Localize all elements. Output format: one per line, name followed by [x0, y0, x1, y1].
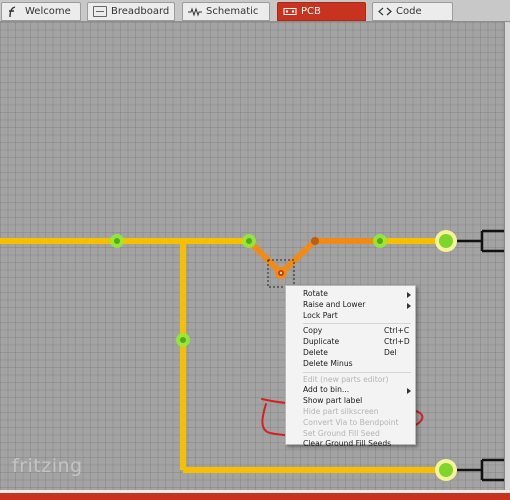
menu-item-duplicate[interactable]: Duplicate Ctrl+D	[286, 337, 415, 348]
fritzing-logo: fritzing	[12, 455, 83, 477]
tab-breadboard[interactable]: Breadboard	[87, 2, 175, 21]
menu-separator	[303, 371, 411, 373]
via[interactable]	[176, 333, 190, 347]
menu-item-delete[interactable]: Delete Del	[286, 348, 415, 359]
submenu-arrow-icon	[407, 388, 411, 395]
menu-item-shortcut: Ctrl+D	[384, 337, 410, 347]
tab-code[interactable]: Code	[372, 2, 453, 21]
tab-breadboard-label: Breadboard	[111, 6, 170, 17]
breadboard-icon	[93, 6, 107, 17]
selected-via[interactable]	[275, 267, 287, 279]
tab-welcome-label: Welcome	[25, 6, 71, 17]
fritzing-icon	[7, 6, 21, 18]
bendpoint[interactable]	[311, 237, 319, 245]
menu-item-label: Hide part silkscreen	[303, 406, 379, 416]
menu-item-label: Rotate	[303, 289, 328, 298]
context-menu: Rotate Raise and Lower Lock Part Copy Ct…	[285, 285, 416, 448]
menu-item-delete-minus[interactable]: Delete Minus	[286, 359, 415, 370]
menu-item-clear-ground-fill-seeds[interactable]: Clear Ground Fill Seeds	[286, 439, 415, 450]
menu-item-lock-part[interactable]: Lock Part	[286, 311, 415, 322]
menu-item-add-to-bin[interactable]: Add to bin...	[286, 385, 415, 396]
via[interactable]	[110, 234, 124, 248]
menu-item-label: Convert Via to Bendpoint	[303, 417, 399, 427]
menu-item-hide-part-silkscreen[interactable]: Hide part silkscreen	[286, 407, 415, 418]
menu-item-edit-parts-editor[interactable]: Edit (new parts editor)	[286, 375, 415, 386]
tab-schematic-label: Schematic	[206, 6, 259, 17]
menu-separator	[303, 323, 411, 325]
menu-item-shortcut: Del	[384, 347, 397, 357]
menu-item-label: Set Ground Fill Seed	[303, 428, 380, 438]
pcb-canvas[interactable]: fritzing	[0, 22, 504, 490]
tab-pcb-label: PCB	[301, 6, 321, 17]
menu-item-show-part-label[interactable]: Show part label	[286, 396, 415, 407]
menu-item-shortcut: Ctrl+C	[384, 326, 410, 336]
connector-pad[interactable]	[435, 459, 457, 481]
header-outline	[457, 229, 504, 482]
menu-item-label: Lock Part	[303, 310, 338, 320]
code-icon	[378, 6, 392, 17]
menu-item-label: Show part label	[303, 396, 363, 406]
menu-item-convert-via-to-bendpoint[interactable]: Convert Via to Bendpoint	[286, 418, 415, 429]
menu-item-label: Edit (new parts editor)	[303, 374, 389, 384]
tab-code-label: Code	[396, 6, 422, 17]
tab-schematic[interactable]: Schematic	[182, 2, 270, 21]
menu-item-label: Raise and Lower	[303, 299, 366, 309]
menu-item-raise-and-lower[interactable]: Raise and Lower	[286, 300, 415, 311]
vertical-scrollbar[interactable]	[504, 22, 510, 490]
pcb-drawing[interactable]	[0, 22, 504, 490]
connector-pad[interactable]	[435, 230, 457, 252]
menu-item-label: Add to bin...	[303, 385, 350, 395]
schematic-icon	[188, 6, 202, 17]
submenu-arrow-icon	[407, 302, 411, 309]
menu-item-rotate[interactable]: Rotate	[286, 289, 415, 300]
selected-trace[interactable]	[246, 238, 380, 276]
status-strip	[0, 490, 510, 500]
menu-item-copy[interactable]: Copy Ctrl+C	[286, 326, 415, 337]
submenu-arrow-icon	[407, 292, 411, 298]
tab-welcome[interactable]: Welcome	[1, 2, 81, 21]
menu-item-label: Clear Ground Fill Seeds	[303, 439, 392, 449]
via[interactable]	[242, 234, 256, 248]
view-tab-bar: Welcome Breadboard Schematic PCB Code	[0, 0, 510, 22]
menu-item-label: Copy	[303, 326, 323, 336]
menu-item-label: Delete Minus	[303, 358, 353, 368]
pcb-icon	[283, 6, 297, 17]
menu-item-label: Delete	[303, 347, 328, 357]
menu-item-label: Duplicate	[303, 337, 340, 347]
tab-pcb[interactable]: PCB	[277, 2, 366, 21]
menu-item-set-ground-fill-seed[interactable]: Set Ground Fill Seed	[286, 429, 415, 440]
via[interactable]	[373, 234, 387, 248]
